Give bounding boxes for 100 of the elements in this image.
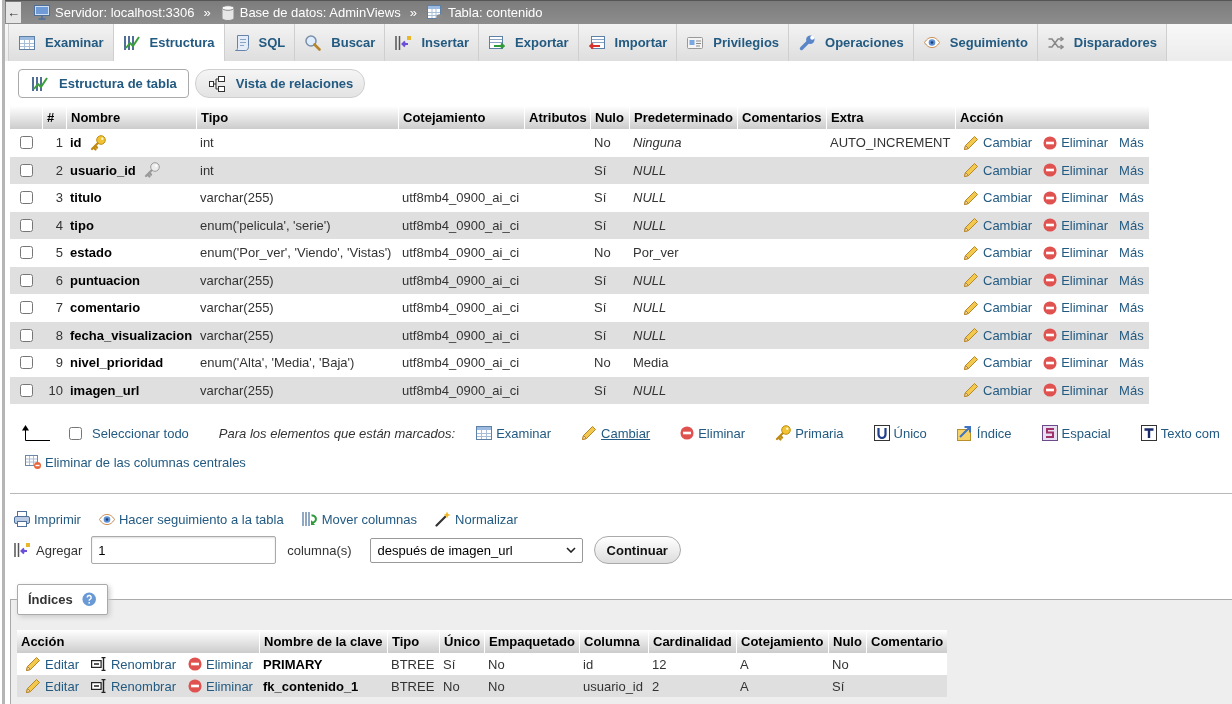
index-link[interactable]: Índice — [956, 425, 1012, 441]
change-link[interactable]: Cambiar — [963, 354, 1033, 371]
breadcrumb-link[interactable]: Base de datos: AdminViews — [220, 4, 401, 21]
back-button[interactable]: ← — [6, 2, 21, 23]
drop-link[interactable]: Eliminar — [188, 678, 253, 694]
move-columns-link[interactable]: Mover columnas — [301, 511, 418, 527]
table-cell-text: No — [593, 355, 612, 371]
table-cell-text: Sí — [593, 272, 608, 288]
drop-link[interactable]: Eliminar — [1043, 190, 1109, 206]
tab[interactable]: Operaciones — [789, 24, 914, 61]
tab[interactable]: Estructura — [113, 24, 225, 61]
drop-link[interactable]: Eliminar — [1043, 382, 1109, 398]
row-checkbox[interactable] — [20, 163, 33, 177]
table-cell-text: Media — [632, 355, 670, 371]
drop-link[interactable]: Eliminar — [1043, 272, 1109, 288]
row-checkbox[interactable] — [20, 328, 33, 342]
more-link[interactable]: Más — [1119, 135, 1144, 151]
change-link[interactable]: Cambiar — [963, 272, 1033, 289]
minus-circle-icon — [1043, 218, 1058, 233]
row-checkbox[interactable] — [20, 191, 33, 205]
position-select[interactable]: después de imagen_url — [369, 537, 583, 563]
pencil-icon — [963, 382, 979, 399]
drop-link[interactable]: Eliminar — [1043, 135, 1109, 151]
tab[interactable]: Disparadores — [1037, 24, 1167, 61]
pencil-icon — [963, 354, 979, 371]
select-all-checkbox[interactable] — [69, 426, 82, 440]
bulk-caption: Para los elementos que están marcados: — [218, 425, 456, 441]
row-checkbox[interactable] — [20, 273, 33, 287]
row-checkbox[interactable] — [20, 246, 33, 260]
rename-link[interactable]: Renombrar — [90, 656, 176, 672]
more-link[interactable]: Más — [1119, 300, 1144, 316]
table-cell-text: Sí — [593, 382, 608, 398]
row-number: 7 — [54, 300, 64, 316]
table-cell-text: NULL — [632, 217, 668, 233]
row-checkbox[interactable] — [20, 301, 33, 315]
change-link[interactable]: Cambiar — [963, 162, 1033, 179]
edit-link[interactable]: Editar — [25, 656, 79, 672]
more-link[interactable]: Más — [1119, 190, 1144, 206]
primary-key-link[interactable]: Primaria — [775, 425, 844, 441]
spatial-link[interactable]: Espacial — [1041, 425, 1111, 441]
drop-link[interactable]: Eliminar — [188, 656, 253, 672]
pencil-icon — [25, 678, 41, 694]
change-link[interactable]: Cambiar — [963, 217, 1033, 234]
more-link[interactable]: Más — [1119, 245, 1144, 261]
view-tab[interactable]: Estructura de tabla — [18, 69, 189, 98]
row-checkbox[interactable] — [20, 218, 33, 232]
tab[interactable]: SQL — [224, 24, 296, 61]
normalize-link[interactable]: Normalizar — [435, 511, 518, 527]
drop-link[interactable]: Eliminar — [680, 425, 746, 441]
tab[interactable]: Importar — [578, 24, 678, 61]
change-link[interactable]: Cambiar — [963, 299, 1033, 316]
field-name: imagen_url — [70, 382, 140, 398]
tab[interactable]: Exportar — [479, 24, 579, 61]
track-link[interactable]: Hacer seguimiento a la tabla — [98, 511, 284, 527]
more-link[interactable]: Más — [1119, 162, 1144, 178]
select-all-link[interactable]: Seleccionar todo — [92, 425, 189, 441]
edit-link[interactable]: Editar — [25, 678, 79, 694]
drop-link[interactable]: Eliminar — [1043, 327, 1109, 343]
drop-link[interactable]: Eliminar — [1043, 217, 1109, 233]
tab[interactable]: Insertar — [385, 24, 480, 61]
drop-link[interactable]: Eliminar — [1043, 162, 1109, 178]
breadcrumb-link[interactable]: Servidor: localhost:3306 — [34, 5, 195, 20]
central-columns-link[interactable]: Eliminar de las columnas centrales — [25, 454, 246, 470]
tab[interactable]: Buscar — [295, 24, 386, 61]
view-tab[interactable]: Vista de relaciones — [194, 69, 366, 98]
drop-link[interactable]: Eliminar — [1043, 355, 1109, 371]
more-link[interactable]: Más — [1119, 272, 1144, 288]
change-link[interactable]: Cambiar — [963, 134, 1033, 151]
drop-link[interactable]: Eliminar — [1043, 245, 1109, 261]
change-link[interactable]: Cambiar — [963, 244, 1033, 261]
row-checkbox[interactable] — [20, 383, 33, 397]
more-link[interactable]: Más — [1119, 327, 1144, 343]
more-link[interactable]: Más — [1119, 217, 1144, 233]
table-grid-icon — [19, 35, 35, 50]
browse-link[interactable]: Examinar — [476, 425, 552, 441]
fulltext-link[interactable]: Texto com — [1140, 425, 1220, 441]
breadcrumb-separator: » — [203, 5, 211, 20]
more-link[interactable]: Más — [1119, 382, 1144, 398]
column-count-field[interactable]: 1 — [91, 536, 277, 564]
minus-circle-icon — [1043, 163, 1058, 178]
breadcrumb-link[interactable]: Tabla: contenido — [426, 4, 543, 21]
tab[interactable]: Examinar — [8, 24, 114, 61]
table-cell-text: Por_ver — [632, 245, 680, 261]
change-link[interactable]: Cambiar — [963, 189, 1033, 206]
row-checkbox[interactable] — [20, 356, 33, 370]
change-link[interactable]: Cambiar — [963, 382, 1033, 399]
table-cell-text: No — [831, 656, 850, 672]
change-link[interactable]: Cambiar — [963, 327, 1033, 344]
rename-link[interactable]: Renombrar — [90, 678, 176, 694]
drop-link[interactable]: Eliminar — [1043, 300, 1109, 316]
tab[interactable]: Seguimiento — [913, 24, 1038, 61]
change-link[interactable]: Cambiar — [581, 425, 651, 441]
continue-button[interactable]: Continuar — [593, 536, 681, 564]
help-icon — [81, 592, 97, 607]
field-name: puntuacion — [70, 272, 141, 288]
unique-link[interactable]: Único — [873, 425, 927, 441]
print-link[interactable]: Imprimir — [14, 511, 81, 527]
tab[interactable]: Privilegios — [677, 24, 790, 61]
row-checkbox[interactable] — [20, 136, 33, 150]
more-link[interactable]: Más — [1119, 355, 1144, 371]
